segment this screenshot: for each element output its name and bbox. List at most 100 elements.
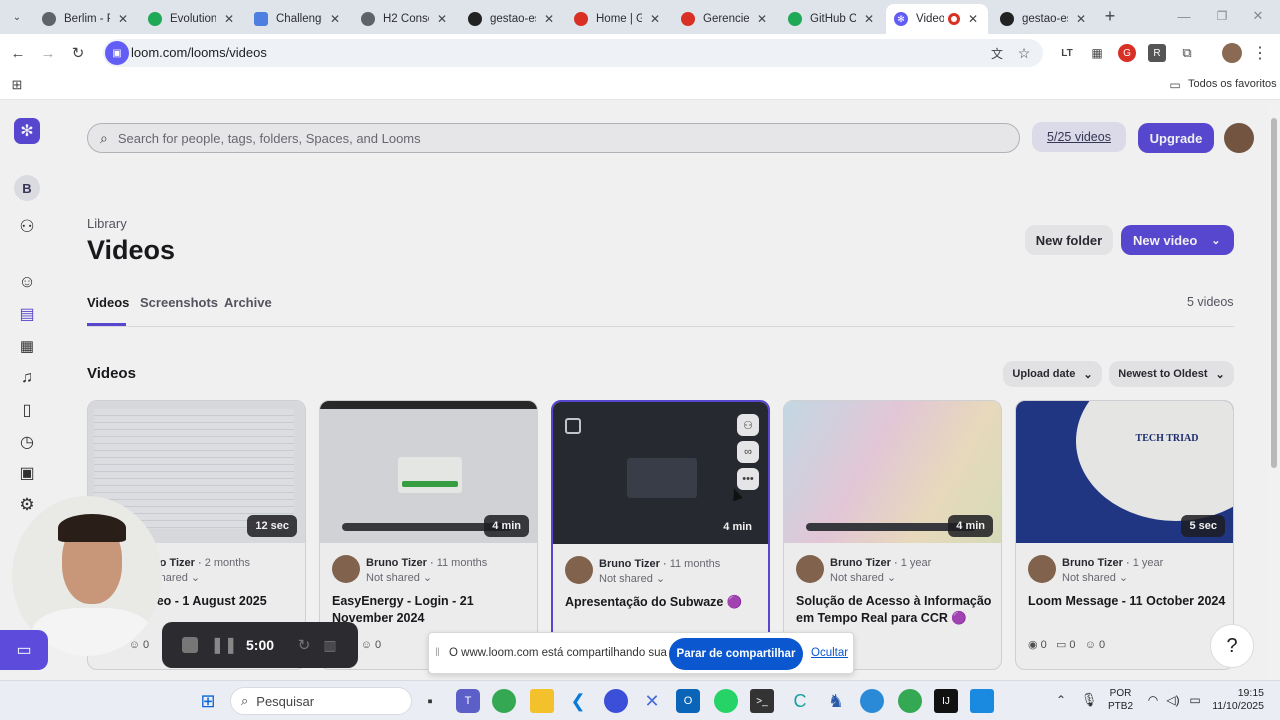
gift-icon[interactable]: ▣ <box>16 462 38 484</box>
close-icon[interactable]: ✕ <box>222 12 236 26</box>
new-tab-icon[interactable]: + <box>1100 6 1120 26</box>
extension-lt-icon[interactable]: LT <box>1058 44 1076 62</box>
minimize-icon[interactable]: — <box>1174 6 1194 26</box>
translate-icon[interactable]: 文 <box>988 44 1006 62</box>
loom-search-input[interactable]: ⌕ Search for people, tags, folders, Spac… <box>87 123 1020 153</box>
app-x-icon[interactable]: ✕ <box>640 689 664 713</box>
profile-icon[interactable]: ☺ <box>16 271 38 293</box>
tab-archive[interactable]: Archive <box>224 295 272 310</box>
share-status[interactable]: Not shared ⌄ <box>366 571 432 584</box>
vscode-icon[interactable]: ❮ <box>566 689 590 713</box>
taskbar-search[interactable]: ⌕ Pesquisar <box>230 687 412 715</box>
tab-gerencie[interactable]: Gerencie F✕ <box>673 4 777 34</box>
tab-videos-active[interactable]: ✻Videos✕ <box>886 4 988 34</box>
stop-recording-icon[interactable] <box>182 637 198 653</box>
tab-h2-console[interactable]: H2 Consol✕ <box>353 4 457 34</box>
site-info-icon[interactable]: ▣ <box>105 41 129 65</box>
bookmark-icon[interactable]: ▯ <box>16 399 38 421</box>
intellij-icon[interactable]: IJ <box>934 689 958 713</box>
stop-sharing-button[interactable]: Parar de compartilhar <box>669 638 803 670</box>
calendar-icon[interactable]: ▦ <box>16 335 38 357</box>
terminal-icon[interactable]: >_ <box>750 689 774 713</box>
share-status[interactable]: Not shared ⌄ <box>1062 571 1128 584</box>
video-card[interactable]: TECH TRIAD 5 sec Bruno Tizer · 1 year No… <box>1015 400 1234 670</box>
extensions-puzzle-icon[interactable]: ⧉ <box>1178 44 1196 62</box>
tab-challenge[interactable]: Challenge✕ <box>246 4 350 34</box>
loom-logo-icon[interactable]: ✻ <box>14 118 40 144</box>
forward-icon[interactable]: → <box>38 43 58 63</box>
video-quota-badge[interactable]: 5/25 videos <box>1032 122 1126 152</box>
back-icon[interactable]: ← <box>8 43 28 63</box>
copy-link-icon[interactable]: ∞ <box>737 441 759 463</box>
close-icon[interactable]: ✕ <box>435 12 449 26</box>
outlook-icon[interactable]: O <box>676 689 700 713</box>
select-checkbox[interactable] <box>565 418 581 434</box>
extension-r-icon[interactable]: R <box>1148 44 1166 62</box>
sort-order-dropdown[interactable]: Newest to Oldest ⌄ <box>1109 361 1234 387</box>
close-icon[interactable]: ✕ <box>1074 12 1088 26</box>
app-blue-icon[interactable] <box>860 689 884 713</box>
app-c-icon[interactable]: C <box>788 689 812 713</box>
tab-github[interactable]: GitHub Cl ✕ <box>780 4 884 34</box>
history-clock-icon[interactable]: ◷ <box>16 431 38 453</box>
address-bar[interactable]: ▣ loom.com/looms/videos 文 ☆ <box>103 39 1043 67</box>
drag-handle-icon[interactable]: ‖ <box>435 645 440 659</box>
close-icon[interactable]: ✕ <box>648 12 662 26</box>
close-icon[interactable]: ✕ <box>862 12 876 26</box>
share-status[interactable]: Not shared ⌄ <box>599 572 665 585</box>
microphone-icon[interactable]: 🎙 <box>1080 691 1098 709</box>
close-icon[interactable]: ✕ <box>755 12 769 26</box>
close-icon[interactable]: ✕ <box>542 12 556 26</box>
tab-home[interactable]: Home | Gu✕ <box>566 4 670 34</box>
app-icon[interactable] <box>604 689 628 713</box>
add-person-icon[interactable]: ⚇ <box>737 414 759 436</box>
help-button[interactable]: ? <box>1210 624 1254 668</box>
hide-banner-link[interactable]: Ocultar <box>811 647 848 659</box>
clock[interactable]: 19:15 11/10/2025 <box>1210 687 1264 713</box>
workspace-switcher[interactable]: B <box>14 175 40 201</box>
notifications-bell-icon[interactable]: ♫ <box>16 367 38 389</box>
sort-field-dropdown[interactable]: Upload date ⌄ <box>1003 361 1102 387</box>
bookmark-star-icon[interactable]: ☆ <box>1015 44 1033 62</box>
chrome-menu-icon[interactable]: ⋮ <box>1252 43 1268 63</box>
profile-avatar-icon[interactable] <box>1222 43 1242 63</box>
chrome-active-icon[interactable] <box>898 689 922 713</box>
trash-icon[interactable]: ▥ <box>320 635 340 655</box>
library-icon[interactable]: ▤ <box>16 303 38 325</box>
file-explorer-icon[interactable] <box>530 689 554 713</box>
video-title[interactable]: Apresentação do Subwaze 🟣 <box>565 594 763 611</box>
tab-berlim[interactable]: Berlim - Pa✕ <box>34 4 138 34</box>
close-icon[interactable]: ✕ <box>966 12 980 26</box>
volume-icon[interactable]: ◁) <box>1164 691 1182 709</box>
video-title[interactable]: Loom Message - 11 October 2024 <box>1028 593 1226 610</box>
user-avatar[interactable] <box>1224 123 1254 153</box>
new-video-button[interactable]: New video ⌄ <box>1121 225 1234 255</box>
share-status[interactable]: Not shared ⌄ <box>830 571 896 584</box>
language-indicator[interactable]: POR PTB2 <box>1108 687 1133 713</box>
url-text[interactable]: loom.com/looms/videos <box>131 45 267 60</box>
scrollbar-track[interactable] <box>1268 100 1280 680</box>
tab-gestao-2[interactable]: gestao-est✕ <box>992 4 1096 34</box>
tray-chevron-icon[interactable]: ⌃ <box>1052 691 1070 709</box>
extension-opera-icon[interactable]: G <box>1118 44 1136 62</box>
teams-icon[interactable]: T <box>456 689 480 713</box>
tab-videos[interactable]: Videos <box>87 295 129 310</box>
postgres-icon[interactable]: ♞ <box>824 689 848 713</box>
whatsapp-taskbar-icon[interactable] <box>714 689 738 713</box>
wifi-icon[interactable]: ◠ <box>1144 691 1162 709</box>
video-card[interactable]: 4 min Bruno Tizer · 1 year Not shared ⌄ … <box>783 400 1002 670</box>
window-close-icon[interactable]: ✕ <box>1248 6 1268 26</box>
battery-icon[interactable]: ▭ <box>1186 691 1204 709</box>
restart-icon[interactable]: ↻ <box>294 635 314 655</box>
chrome-icon[interactable] <box>492 689 516 713</box>
windows-start-icon[interactable]: ⊞ <box>196 689 220 713</box>
more-options-icon[interactable]: ••• <box>737 468 759 490</box>
invite-user-icon[interactable]: ⚇ <box>16 216 38 238</box>
all-bookmarks-link[interactable]: Todos os favoritos <box>1188 78 1277 90</box>
reload-icon[interactable]: ↻ <box>68 43 88 63</box>
video-title[interactable]: Solução de Acesso à Informação em Tempo … <box>796 593 994 627</box>
tab-evolution[interactable]: Evolution I✕ <box>140 4 244 34</box>
task-view-icon[interactable]: ▪ <box>418 689 442 713</box>
scrollbar-thumb[interactable] <box>1271 118 1277 468</box>
tab-gestao-1[interactable]: gestao-est✕ <box>460 4 564 34</box>
